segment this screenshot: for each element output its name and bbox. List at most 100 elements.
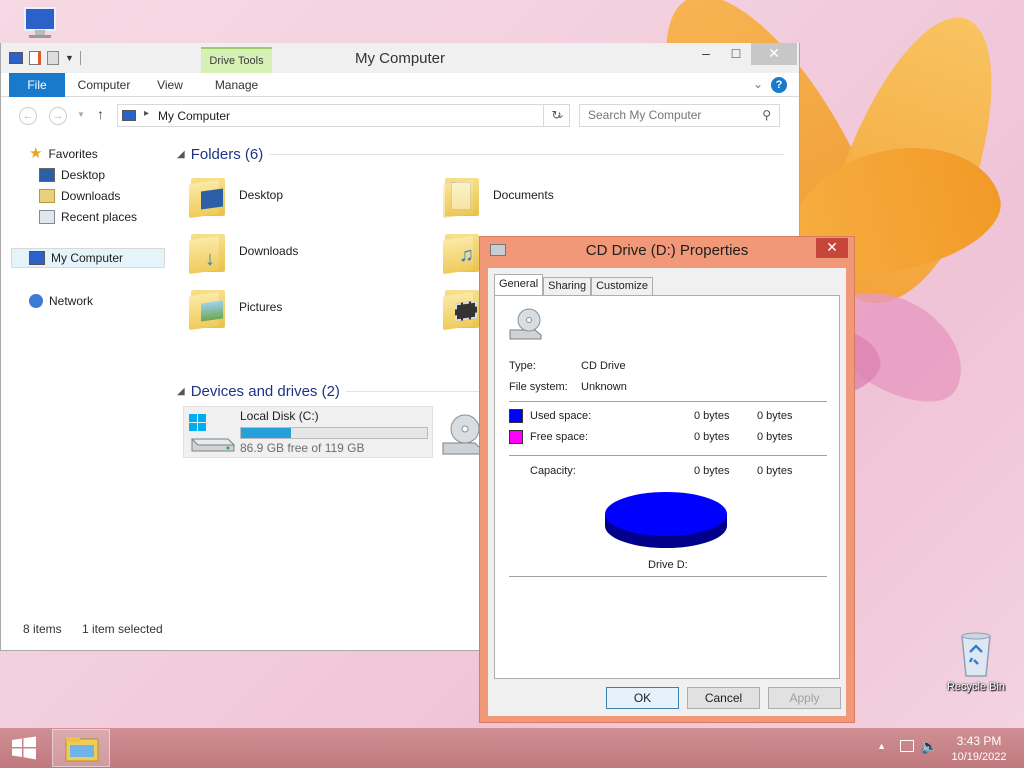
breadcrumb-separator-icon[interactable]: ▸ — [144, 108, 149, 119]
desktop-icon — [39, 168, 55, 182]
dialog-close-button[interactable]: ✕ — [816, 238, 848, 258]
computer-icon — [29, 251, 45, 265]
navigation-bar: ← → ▼ ↑ ▸ My Computer ⌄ ↻ ⚲ — [1, 98, 799, 132]
folder-videos[interactable] — [443, 286, 481, 331]
folder-desktop-label: Desktop — [239, 188, 284, 202]
nav-downloads[interactable]: Downloads — [39, 186, 120, 206]
folders-group-header[interactable]: ◢ Folders (6) — [177, 146, 785, 163]
disk-usage-bar — [240, 427, 428, 439]
network-tray-icon[interactable] — [900, 740, 914, 752]
videos-folder-icon — [443, 286, 481, 331]
tab-general[interactable]: General — [494, 274, 544, 296]
file-explorer-icon — [65, 737, 99, 762]
minimize-button[interactable]: – — [691, 43, 721, 65]
filesystem-label: File system: — [509, 381, 568, 393]
close-button[interactable]: ✕ — [751, 43, 797, 65]
expand-ribbon-icon[interactable]: ⌄ — [753, 77, 763, 91]
folder-documents-label: Documents — [493, 188, 554, 202]
collapse-devices-icon[interactable]: ◢ — [177, 386, 185, 397]
search-icon[interactable]: ⚲ — [762, 108, 771, 122]
nav-recent-label: Recent places — [61, 210, 138, 224]
folder-music[interactable]: ♫ — [443, 230, 481, 275]
taskbar-file-explorer[interactable] — [52, 729, 110, 767]
network-icon — [29, 294, 43, 308]
nav-desktop-label: Desktop — [61, 168, 106, 182]
capacity-bytes-2: 0 bytes — [757, 465, 793, 477]
address-text: My Computer — [158, 109, 231, 123]
up-button[interactable]: ↑ — [97, 106, 104, 122]
volume-icon[interactable]: 🔈 — [921, 738, 938, 755]
nav-favorites[interactable]: ★ Favorites — [29, 144, 98, 164]
recent-locations-icon[interactable]: ▼ — [77, 110, 85, 119]
navigation-pane: ★ Favorites Desktop Downloads Recent pla… — [1, 138, 169, 618]
pictures-folder-icon — [189, 286, 227, 331]
capacity-bytes: 0 bytes — [694, 465, 730, 477]
maximize-button[interactable]: □ — [721, 43, 751, 65]
drive-label: Drive D: — [648, 559, 688, 571]
nav-network[interactable]: Network — [29, 291, 93, 311]
downloads-folder-icon: ↓ — [189, 230, 227, 275]
nav-desktop[interactable]: Desktop — [39, 165, 105, 185]
ok-button[interactable]: OK — [606, 687, 679, 709]
search-input[interactable] — [586, 105, 756, 125]
tab-customize[interactable]: Customize — [591, 277, 654, 296]
address-bar[interactable]: ▸ My Computer ⌄ — [117, 104, 570, 127]
show-hidden-icons-icon[interactable]: ▲ — [877, 741, 886, 751]
nav-favorites-label: Favorites — [48, 147, 98, 161]
folders-header-label: Folders (6) — [190, 146, 264, 163]
tab-sharing[interactable]: Sharing — [543, 277, 592, 296]
local-disk-name: Local Disk (C:) — [240, 409, 319, 423]
help-icon[interactable]: ? — [771, 77, 787, 93]
nav-recent-places[interactable]: Recent places — [39, 207, 137, 227]
cd-drive-tile[interactable] — [441, 413, 482, 458]
separator-3 — [509, 576, 827, 577]
status-item-count: 8 items — [23, 622, 62, 636]
folder-desktop[interactable]: Desktop — [189, 174, 284, 219]
tab-computer[interactable]: Computer — [71, 73, 137, 97]
disk-usage-fill — [241, 428, 292, 438]
nav-my-computer-label: My Computer — [51, 251, 124, 265]
used-space-label: Used space: — [530, 410, 592, 422]
separator-1 — [509, 401, 827, 402]
computer-address-icon — [122, 110, 136, 121]
cancel-button[interactable]: Cancel — [687, 687, 760, 709]
explorer-titlebar: ▼ Drive Tools My Computer – □ ✕ — [1, 43, 799, 73]
forward-button[interactable]: → — [49, 107, 67, 125]
tab-manage[interactable]: Manage — [201, 73, 272, 97]
folder-pictures-label: Pictures — [239, 300, 283, 314]
capacity-label: Capacity: — [530, 465, 576, 477]
ribbon-tabs: File Computer View Manage ⌄ ? — [1, 73, 799, 97]
filesystem-value: Unknown — [581, 381, 627, 393]
taskbar: ▲ 🔈 3:43 PM 10/19/2022 — [0, 728, 1024, 768]
star-icon: ★ — [29, 145, 43, 162]
recycle-bin-label: Recycle Bin — [946, 681, 1006, 693]
used-space-swatch — [509, 409, 523, 423]
back-button[interactable]: ← — [19, 107, 37, 125]
dialog-title: CD Drive (D:) Properties — [585, 242, 749, 259]
local-disk-free: 86.9 GB free of 119 GB — [240, 441, 365, 455]
folder-downloads[interactable]: ↓ Downloads — [189, 230, 298, 275]
apply-button[interactable]: Apply — [768, 687, 841, 709]
recycle-bin-icon[interactable]: Recycle Bin — [938, 630, 1014, 693]
devices-header-label: Devices and drives (2) — [190, 383, 340, 400]
search-box[interactable]: ⚲ — [579, 104, 780, 127]
documents-folder-icon — [443, 174, 481, 219]
nav-my-computer[interactable]: My Computer — [11, 248, 165, 268]
clock-date[interactable]: 10/19/2022 — [947, 751, 1011, 763]
tab-view[interactable]: View — [147, 73, 193, 97]
tab-file[interactable]: File — [9, 73, 65, 97]
cd-drive-icon — [442, 414, 482, 455]
separator-2 — [509, 455, 827, 456]
folder-pictures[interactable]: Pictures — [189, 286, 283, 331]
desktop-folder-icon — [189, 174, 227, 219]
local-disk-c[interactable]: Local Disk (C:) 86.9 GB free of 119 GB — [183, 406, 433, 458]
capacity-pie-chart — [605, 492, 727, 548]
folder-documents[interactable]: Documents — [443, 174, 554, 219]
refresh-icon[interactable]: ↻ — [543, 104, 570, 127]
free-space-bytes: 0 bytes — [694, 431, 730, 443]
collapse-icon[interactable]: ◢ — [177, 149, 185, 160]
desktop-computer-icon[interactable] — [14, 6, 64, 42]
start-button-icon[interactable] — [8, 734, 40, 762]
type-value: CD Drive — [581, 360, 626, 372]
clock-time[interactable]: 3:43 PM — [947, 734, 1011, 748]
